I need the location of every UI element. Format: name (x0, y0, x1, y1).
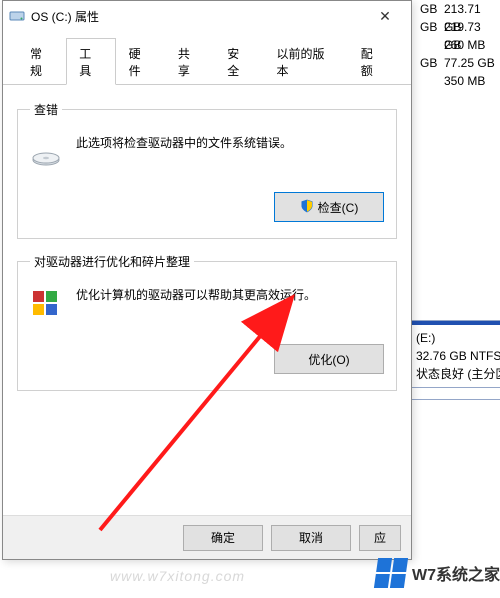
tab-quota[interactable]: 配额 (348, 38, 397, 85)
bg-cell: GB (420, 54, 444, 72)
desktop-backdrop: GB213.71 GB GB219.73 GB 260 MB GB77.25 G… (0, 0, 500, 598)
titlebar[interactable]: OS (C:) 属性 ✕ (3, 1, 411, 31)
group-description: 此选项将检查驱动器中的文件系统错误。 (76, 134, 292, 153)
bg-cell: GB (420, 0, 444, 18)
bg-row: GB77.25 GB (420, 54, 500, 72)
group-optimize: 对驱动器进行优化和碎片整理 优化计算机的驱动器可以帮助其更高效运行。 (17, 253, 397, 391)
tab-security[interactable]: 安全 (214, 38, 263, 85)
defrag-icon (30, 288, 62, 320)
tab-label: 常规 (30, 47, 42, 78)
partition-label: (E:) (416, 329, 498, 347)
partition-foot-strip (412, 387, 500, 399)
bg-row: GB213.71 GB (420, 0, 500, 18)
dialog-footer: 确定 取消 应 (3, 515, 411, 559)
drive-icon (9, 8, 25, 24)
tab-previous-versions[interactable]: 以前的版本 (263, 38, 347, 85)
tab-tools[interactable]: 工具 (66, 38, 115, 85)
shield-icon (300, 199, 314, 216)
tab-label: 安全 (227, 47, 239, 78)
close-button[interactable]: ✕ (365, 2, 405, 30)
bg-row: 260 MB (420, 36, 500, 54)
bg-row: 350 MB (420, 72, 500, 90)
disk-check-icon (30, 136, 62, 168)
button-label: 取消 (299, 529, 323, 546)
tab-general[interactable]: 常规 (17, 38, 66, 85)
dialog-title: OS (C:) 属性 (31, 8, 365, 25)
watermark: www.w7xitong.com (110, 568, 245, 584)
bg-cell: 260 MB (444, 36, 500, 54)
close-icon: ✕ (379, 8, 391, 25)
button-label: 应 (374, 529, 386, 546)
check-button[interactable]: 检查(C) (274, 192, 384, 222)
partition-status: 状态良好 (主分区 (416, 365, 498, 383)
brand-logo-icon (374, 558, 408, 588)
brand-text: W7系统之家 (412, 561, 500, 585)
disk-partition-panel: (E:) 32.76 GB NTFS 状态良好 (主分区 (412, 320, 500, 400)
button-label: 优化(O) (308, 351, 349, 368)
bg-cell (420, 36, 444, 54)
tab-label: 工具 (79, 47, 91, 78)
tab-label: 以前的版本 (276, 47, 324, 78)
bg-cell: 219.73 GB (444, 18, 500, 36)
bg-cell: 213.71 GB (444, 0, 500, 18)
cancel-button[interactable]: 取消 (271, 525, 351, 551)
bg-cell: GB (420, 18, 444, 36)
bg-cell (420, 72, 444, 90)
bg-row: GB219.73 GB (420, 18, 500, 36)
group-description: 优化计算机的驱动器可以帮助其更高效运行。 (76, 286, 316, 305)
group-error-checking: 查错 此选项将检查驱动器中的文件系统错误。 检查(C) (17, 101, 397, 239)
tab-label: 共享 (178, 47, 190, 78)
partition-body[interactable]: (E:) 32.76 GB NTFS 状态良好 (主分区 (412, 325, 500, 387)
background-disk-list: GB213.71 GB GB219.73 GB 260 MB GB77.25 G… (420, 0, 500, 90)
button-label: 确定 (211, 529, 235, 546)
bg-cell: 350 MB (444, 72, 500, 90)
apply-button[interactable]: 应 (359, 525, 401, 551)
tab-hardware[interactable]: 硬件 (116, 38, 165, 85)
tab-strip: 常规 工具 硬件 共享 安全 以前的版本 配额 (3, 37, 411, 85)
button-label: 检查(C) (318, 199, 359, 216)
ok-button[interactable]: 确定 (183, 525, 263, 551)
tab-tools-panel: 查错 此选项将检查驱动器中的文件系统错误。 检查(C) (3, 85, 411, 535)
bg-cell: 77.25 GB (444, 54, 500, 72)
partition-size: 32.76 GB NTFS (416, 347, 498, 365)
optimize-button[interactable]: 优化(O) (274, 344, 384, 374)
group-legend: 对驱动器进行优化和碎片整理 (30, 253, 194, 270)
tab-label: 配额 (361, 47, 373, 78)
brand-badge: W7系统之家 (376, 558, 500, 588)
tab-label: 硬件 (129, 47, 141, 78)
tab-sharing[interactable]: 共享 (165, 38, 214, 85)
group-legend: 查错 (30, 101, 62, 118)
properties-dialog: OS (C:) 属性 ✕ 常规 工具 硬件 共享 安全 以前的版本 配额 查错 … (2, 0, 412, 560)
